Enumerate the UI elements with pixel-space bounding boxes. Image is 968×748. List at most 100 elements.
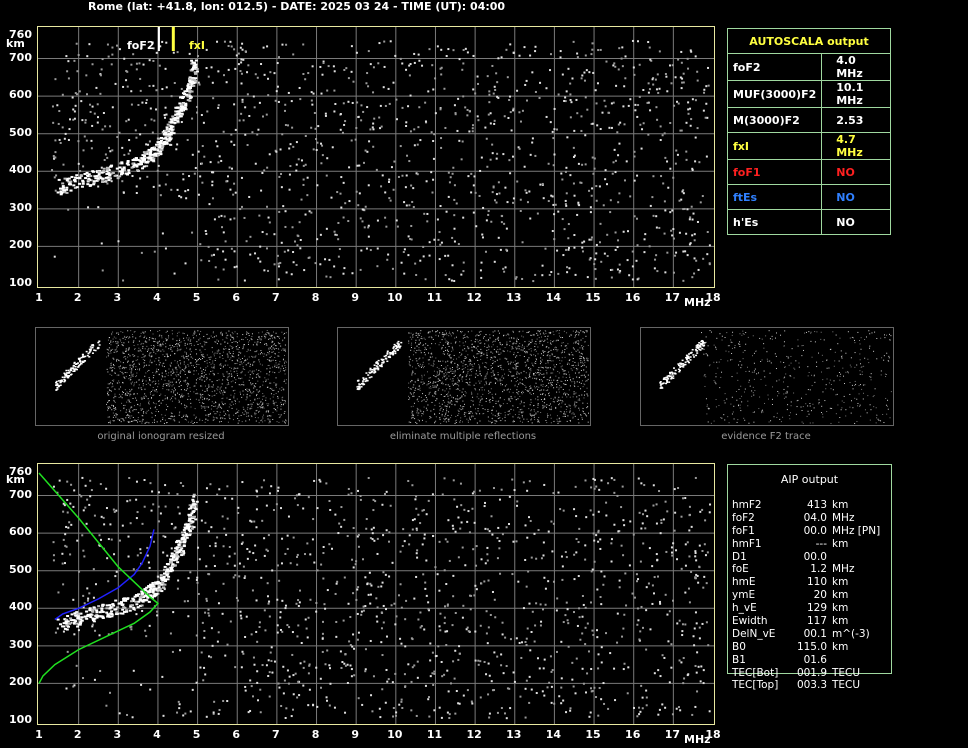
thumbnail-trace-point	[702, 342, 705, 344]
trace-point	[69, 189, 73, 192]
trace-point	[121, 608, 125, 611]
trace-point	[191, 498, 195, 501]
thumbnail-trace-point	[359, 383, 362, 386]
trace-point	[157, 584, 161, 587]
thumbnail-trace-point	[668, 381, 671, 383]
trace-point	[85, 610, 89, 613]
y-unit-top: km	[6, 37, 25, 50]
thumbnail-trace-point	[77, 362, 80, 364]
thumbnail-trace-point	[391, 352, 394, 354]
trace-point	[148, 153, 152, 156]
trace-point	[177, 539, 181, 542]
thumbnail-trace-point	[698, 342, 701, 344]
aip-param: D1	[732, 550, 747, 563]
thumbnail-trace-point	[397, 340, 400, 343]
trace-point	[142, 151, 146, 154]
trace-point	[76, 615, 80, 618]
trace-point	[85, 615, 89, 618]
trace-point	[58, 187, 62, 190]
thumbnail-eliminate	[337, 327, 591, 426]
trace-point	[143, 155, 147, 158]
trace-point	[106, 168, 110, 171]
trace-point	[115, 613, 119, 616]
trace-point	[169, 133, 173, 136]
trace-point	[75, 174, 79, 177]
thumbnail-trace-point	[696, 352, 699, 354]
trace-point	[70, 175, 74, 178]
trace-point	[138, 159, 142, 162]
trace-point	[173, 121, 177, 124]
trace-point	[173, 119, 177, 122]
thumbnail-trace-point	[56, 388, 59, 390]
fxi-marker-label: fxI	[189, 39, 205, 52]
thumbnail-trace-point	[659, 384, 662, 386]
trace-point	[166, 569, 170, 572]
trace-point	[98, 611, 102, 614]
trace-point	[105, 166, 109, 169]
x-tick-label: 1	[35, 291, 43, 304]
thumbnail-trace-point	[80, 362, 83, 365]
trace-point	[108, 615, 112, 618]
thumbnail-trace-point	[681, 359, 684, 362]
thumbnail-trace-point	[689, 359, 692, 361]
trace-point	[156, 137, 160, 140]
trace-point	[126, 160, 130, 163]
trace-point	[169, 566, 173, 569]
thumbnail-trace-point	[674, 369, 677, 372]
x-tick-label: 5	[192, 728, 201, 741]
thumbnail-trace-point	[673, 372, 676, 374]
trace-point	[75, 186, 79, 189]
thumbnail-trace-point	[387, 355, 390, 358]
trace-point	[146, 151, 150, 154]
trace-point	[159, 139, 163, 142]
thumbnail-trace-point	[73, 370, 76, 372]
trace-point	[101, 603, 105, 606]
trace-point	[144, 594, 148, 597]
thumbnail-trace-point	[380, 365, 383, 368]
trace-point	[108, 173, 112, 176]
thumbnail-trace-point	[701, 347, 704, 350]
aip-value: 20	[813, 589, 827, 602]
trace-point	[116, 177, 120, 180]
x-tick-label: 17	[664, 291, 680, 304]
trace-point	[156, 154, 160, 157]
trace-point	[137, 600, 141, 603]
thumbnail-trace-point	[397, 349, 400, 351]
thumbnail-trace-point	[666, 375, 669, 377]
trace-point	[120, 170, 124, 173]
aip-param: foF1	[732, 524, 755, 537]
f2-trace-points	[56, 59, 199, 196]
aip-unit: MHz	[832, 563, 855, 576]
thumbnail-trace-point	[672, 377, 675, 379]
thumbnail-trace-point	[667, 378, 670, 380]
trace-point	[182, 540, 186, 543]
trace-point	[191, 61, 195, 64]
trace-point	[158, 145, 162, 148]
thumbnail-trace-point	[356, 386, 359, 388]
trace-point	[170, 121, 174, 124]
trace-point	[80, 185, 84, 188]
x-tick-label: 4	[153, 291, 161, 304]
trace-point	[153, 587, 157, 590]
thumbnail-trace-point	[365, 377, 368, 380]
x-tick-label: 13	[506, 291, 522, 304]
thumbnail-trace-point	[702, 344, 705, 346]
trace-point	[159, 574, 163, 577]
trace-point	[184, 527, 188, 530]
trace-point	[78, 182, 82, 185]
trace-point	[151, 583, 155, 586]
thumbnail-trace-point	[695, 354, 698, 357]
trace-point	[91, 170, 95, 173]
autoscala-row: h'Es NO	[726, 209, 891, 235]
trace-point	[169, 118, 173, 121]
thumbnail-trace-point	[362, 383, 365, 385]
x-tick-label: 11	[426, 291, 443, 304]
trace-point	[92, 606, 96, 609]
trace-point	[91, 617, 95, 620]
thumbnail-trace-point	[384, 357, 387, 360]
x-tick-label: 7	[272, 728, 280, 741]
thumbnail-trace-point	[395, 346, 398, 348]
trace-point	[164, 129, 168, 132]
thumbnail-trace-point	[60, 379, 63, 381]
trace-point	[171, 115, 175, 118]
